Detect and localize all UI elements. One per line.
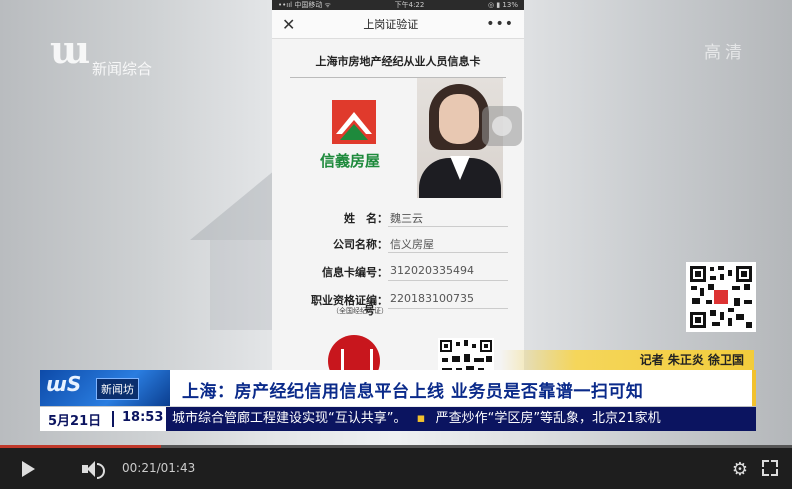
field-value: 信义房屋 <box>390 238 434 251</box>
fullscreen-corner <box>762 460 769 467</box>
volume-icon[interactable] <box>82 461 106 479</box>
news-logo-badge: 新闻坊 <box>96 378 139 400</box>
date-time-separator <box>112 411 114 427</box>
field-card-number: 信息卡编号： 312020335494 <box>272 260 524 282</box>
volume-wave <box>97 463 105 479</box>
player-controls: 00:21/01:43 ⚙ <box>0 445 792 489</box>
channel-logo: ɯ 新闻综合 <box>50 27 152 79</box>
play-icon[interactable] <box>22 461 35 477</box>
fullscreen-corner <box>762 469 769 476</box>
field-underline <box>388 252 508 253</box>
phone-status-battery: ◎ ▮ 13% <box>488 1 518 9</box>
phone-status-carrier: ••ııl 中国移动 ᯤ <box>278 1 331 9</box>
field-license-number: 职业资格证编： 220183100735 （全国经纪人证） 号 <box>272 288 524 317</box>
phone-nav-title: 上岗证验证 <box>363 18 419 31</box>
gear-icon[interactable]: ⚙ <box>732 459 748 480</box>
progress-bar[interactable] <box>0 445 792 448</box>
card-title: 上海市房地产经纪从业人员信息卡 <box>315 55 481 68</box>
field-value: 220183100735 <box>390 292 474 305</box>
fullscreen-corner <box>771 469 778 476</box>
field-company: 公司名称： 信义房屋 <box>272 232 524 254</box>
volume-cone <box>87 461 95 477</box>
qr-center-mark <box>714 290 728 304</box>
field-suffix: 号 <box>364 304 375 317</box>
hd-label: 高清 <box>704 43 746 63</box>
phone-status-time: 下午4:22 <box>394 1 425 9</box>
field-underline <box>388 308 508 309</box>
company-name: 信義房屋 <box>320 152 381 170</box>
reporter-credit: 记者 朱正炎 徐卫国 <box>500 350 754 370</box>
fullscreen-corner <box>771 460 778 467</box>
time-display: 00:21/01:43 <box>122 461 195 475</box>
floating-assistive-button[interactable] <box>482 106 522 146</box>
field-name: 姓 名： 魏三云 <box>272 206 524 228</box>
news-program-logo: ɯS 新闻坊 <box>40 370 170 406</box>
field-underline <box>388 226 508 227</box>
more-icon[interactable]: ••• <box>486 16 514 32</box>
field-sublabel: （全国经纪人证） <box>332 307 388 315</box>
channel-logo-mark: ɯ <box>50 27 91 72</box>
phone-status-bar: ••ııl 中国移动 ᯤ 下午4:22 ◎ ▮ 13% <box>272 0 524 10</box>
close-icon[interactable]: ✕ <box>282 15 295 34</box>
field-label: 信息卡编号： <box>322 266 388 279</box>
phone-nav-bar: ✕ 上岗证验证 ••• <box>272 10 524 39</box>
date-time-box: 5月21日 18:53 <box>40 407 166 431</box>
news-headline: 上海：房产经纪信用信息平台上线 业务员是否靠谱一扫可知 <box>182 382 644 402</box>
broadcast-time: 18:53 <box>122 410 164 425</box>
headline-accent <box>752 370 756 406</box>
field-value: 魏三云 <box>390 212 423 225</box>
company-logo-icon <box>332 100 376 144</box>
ticker-bullet-icon: ▪ <box>416 411 426 426</box>
field-label: 姓 名： <box>344 212 388 225</box>
channel-logo-name: 新闻综合 <box>92 60 153 78</box>
video-player[interactable]: ɯ 新闻综合 高清 ••ııl 中国移动 ᯤ 下午4:22 ◎ ▮ 13% ✕ … <box>0 0 792 489</box>
ticker-item: 严查炒作“学区房”等乱象，北京21家机 <box>435 411 661 426</box>
news-ticker: 城市综合管廊工程建设实现“互认共享”。 ▪ 严查炒作“学区房”等乱象，北京21家… <box>172 409 756 429</box>
photo-face <box>439 94 479 144</box>
fullscreen-icon[interactable] <box>762 460 778 476</box>
progress-played <box>0 445 162 448</box>
ticker-item: 城市综合管廊工程建设实现“互认共享”。 <box>172 411 407 426</box>
news-logo-mark: ɯS <box>46 372 82 396</box>
field-underline <box>388 280 508 281</box>
current-time: 00:21 <box>122 461 157 475</box>
field-value: 312020335494 <box>390 264 474 277</box>
field-label: 公司名称： <box>333 238 388 251</box>
phone-screen: ••ııl 中国移动 ᯤ 下午4:22 ◎ ▮ 13% ✕ 上岗证验证 ••• … <box>272 0 524 387</box>
duration: 01:43 <box>160 461 196 475</box>
broadcast-date: 5月21日 <box>48 414 102 429</box>
qr-code-icon <box>686 262 756 332</box>
